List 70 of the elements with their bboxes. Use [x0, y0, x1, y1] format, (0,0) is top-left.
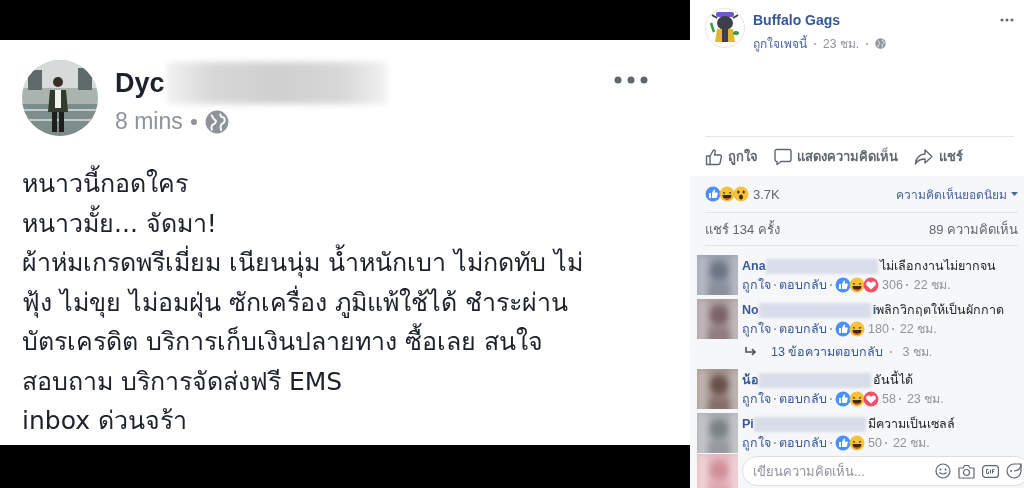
laughing-face-icon — [719, 186, 735, 202]
commenter-name[interactable]: No — [742, 303, 759, 317]
comment-time: 23 ชม. — [906, 391, 944, 408]
commenter-name[interactable]: Pi — [742, 417, 754, 431]
replies-link[interactable]: 13 ข้อความตอบกลับ — [771, 342, 884, 362]
like-link[interactable]: ถูกใจ — [742, 433, 771, 453]
like-reaction-icon — [835, 277, 851, 293]
reply-link[interactable]: ตอบกลับ — [779, 389, 827, 409]
commenter-name[interactable]: น้อ — [742, 370, 759, 390]
share-arrow-icon — [914, 147, 934, 166]
reaction-count: 306 — [882, 278, 903, 292]
like-page-link[interactable]: ถูกใจเพจนี้ — [753, 34, 807, 53]
post-text-line: inbox ด่วนจร้า — [22, 405, 187, 437]
globe-icon — [875, 38, 886, 49]
post-text-line: บัตรเครดิต บริการเก็บเงินปลายทาง ซื้อเลย สนใจ — [22, 322, 543, 362]
post-text-line: สอบถาม บริการจัดส่งฟรี EMS — [22, 365, 343, 398]
commenter-name[interactable]: i — [872, 303, 877, 317]
surprised-face-icon — [733, 186, 749, 202]
comment-text: มีความเป็นเซลล์ — [867, 415, 955, 433]
comment-time: 22 ชม. — [892, 435, 930, 452]
smiley-icon[interactable] — [935, 463, 951, 479]
reply-link[interactable]: ตอบกลับ — [779, 433, 827, 453]
comment-time: 22 ชม. — [913, 277, 951, 294]
like-reaction-icon — [835, 321, 851, 337]
sticker-icon[interactable] — [1006, 463, 1022, 479]
author-name[interactable]: Dyc — [115, 67, 165, 99]
camera-icon[interactable] — [958, 463, 975, 479]
like-link[interactable]: ถูกใจ — [742, 319, 771, 339]
like-button[interactable]: ถูกใจ — [705, 146, 758, 167]
laughing-face-icon — [849, 277, 865, 293]
page-name[interactable]: Buffalo Gags — [753, 12, 841, 28]
laughing-face-icon — [849, 321, 865, 337]
commenter-name[interactable]: Ana — [742, 259, 766, 273]
thumbs-up-icon — [705, 147, 723, 166]
post-text-line: หนาวมั้ย... จัดมา! — [22, 203, 217, 243]
comment-time: 22 ชม. — [899, 321, 937, 338]
reply-time: 3 ชม. — [902, 344, 933, 361]
share-button[interactable]: แชร์ — [914, 146, 963, 167]
like-link[interactable]: ถูกใจ — [742, 275, 771, 295]
page-avatar-drawing[interactable] — [705, 8, 745, 48]
comment-field[interactable]: เขียนความคิดเห็น... — [742, 456, 1024, 486]
post-text-line: หนาวนี้กอดใคร — [22, 164, 188, 204]
globe-icon — [204, 109, 229, 134]
reply-arrow-icon — [745, 347, 757, 357]
reaction-count: 58 — [882, 392, 896, 406]
reaction-count: 50 — [868, 436, 882, 450]
post-text-line: ผ้าห่มเกรดพรีเมี่ยม เนียนนุ่ม น้ำหนักเบา ไม่กดทับ ไม่ — [22, 243, 583, 283]
reply-link[interactable]: ตอบกลับ — [779, 275, 827, 295]
like-reaction-icon — [835, 435, 851, 451]
post-text-line: ฟุ้ง ไม่ขุย ไม่อมฝุ่น ซักเครื่อง ภูมิแพ้ใช้ได้ ชำระผ่าน — [22, 284, 568, 320]
gif-icon[interactable] — [982, 464, 999, 478]
reaction-count: 180 — [868, 322, 889, 336]
comment-text: อันนี้ได้ — [873, 370, 913, 390]
more-icon[interactable] — [614, 76, 648, 84]
caret-icon — [1011, 192, 1018, 196]
like-reaction-icon — [835, 391, 851, 407]
laughing-face-icon — [849, 435, 865, 451]
speech-bubble-icon — [774, 147, 792, 166]
more-icon[interactable] — [1000, 18, 1014, 22]
comment-count[interactable]: 89 ความคิดเห็น — [928, 218, 1018, 240]
share-count[interactable]: แชร์ 134 ครั้ง — [705, 218, 780, 240]
laughing-face-icon — [849, 391, 865, 407]
like-link[interactable]: ถูกใจ — [742, 389, 771, 409]
reply-link[interactable]: ตอบกลับ — [779, 319, 827, 339]
reaction-count[interactable]: 3.7K — [753, 186, 780, 202]
comment-text: ไม่เลือกงานไม่ยากจน — [879, 258, 996, 275]
comment-text: พลิกวิกฤตให้เป็นผักกาด — [876, 301, 1005, 319]
sort-dropdown[interactable]: ความคิดเห็นยอดนิยม — [896, 184, 1018, 204]
comment-button[interactable]: แสดงความคิดเห็น — [774, 146, 898, 167]
like-reaction-icon — [705, 186, 721, 202]
